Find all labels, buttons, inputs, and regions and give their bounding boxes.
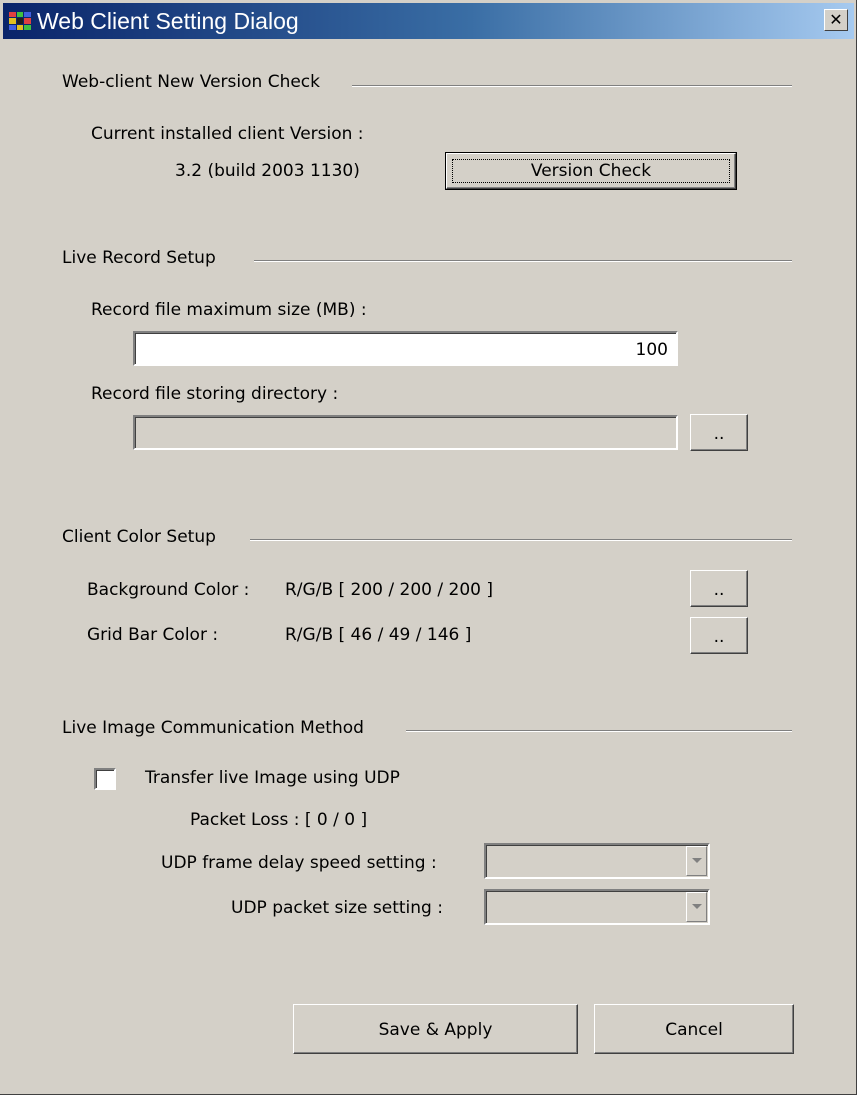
record-group-title: Live Record Setup [62, 248, 216, 268]
color-group-title: Client Color Setup [62, 527, 216, 547]
udp-frame-delay-label: UDP frame delay speed setting : [161, 853, 437, 873]
save-apply-button-label: Save & Apply [378, 1020, 493, 1040]
current-version-label: Current installed client Version : [91, 124, 364, 144]
browse-directory-button-label: .. [713, 424, 725, 444]
comm-group-title: Live Image Communication Method [62, 718, 364, 738]
max-size-label: Record file maximum size (MB) : [91, 300, 367, 320]
title-bar[interactable]: Web Client Setting Dialog ✕ [3, 3, 854, 39]
udp-packet-size-label: UDP packet size setting : [231, 898, 443, 918]
record-group-divider [254, 260, 792, 262]
comm-group-divider [406, 730, 792, 732]
version-check-group-divider [352, 85, 792, 87]
window-title: Web Client Setting Dialog [37, 8, 299, 34]
focus-rectangle [452, 159, 730, 183]
udp-transfer-label[interactable]: Transfer live Image using UDP [145, 768, 400, 788]
udp-transfer-checkbox[interactable] [94, 768, 116, 790]
grid-bar-color-label: Grid Bar Color : [87, 625, 219, 645]
udp-frame-delay-dropdown[interactable] [484, 843, 710, 879]
browse-directory-button[interactable]: .. [690, 414, 748, 451]
app-icon [9, 12, 31, 30]
web-client-setting-dialog: Web Client Setting Dialog ✕ Web-client N… [0, 0, 857, 1095]
max-size-input[interactable]: 100 [133, 331, 678, 366]
grid-bar-color-picker-label: .. [713, 627, 725, 647]
directory-input [133, 415, 678, 450]
close-button[interactable]: ✕ [824, 9, 848, 31]
chevron-down-icon[interactable] [686, 892, 707, 922]
version-check-group-title: Web-client New Version Check [62, 72, 320, 92]
close-icon: ✕ [829, 10, 843, 29]
save-apply-button[interactable]: Save & Apply [293, 1004, 578, 1054]
packet-loss-text: Packet Loss : [ 0 / 0 ] [190, 810, 368, 830]
color-group-divider [250, 539, 792, 541]
udp-packet-size-dropdown[interactable] [484, 889, 710, 925]
background-color-value: R/G/B [ 200 / 200 / 200 ] [285, 580, 493, 600]
grid-bar-color-value: R/G/B [ 46 / 49 / 146 ] [285, 625, 472, 645]
chevron-down-icon[interactable] [686, 846, 707, 876]
background-color-picker-button[interactable]: .. [690, 570, 748, 607]
cancel-button-label: Cancel [665, 1020, 723, 1040]
max-size-value: 100 [635, 340, 668, 360]
cancel-button[interactable]: Cancel [594, 1004, 794, 1054]
directory-label: Record file storing directory : [91, 384, 339, 404]
grid-bar-color-picker-button[interactable]: .. [690, 617, 748, 654]
background-color-label: Background Color : [87, 580, 250, 600]
current-version-value: 3.2 (build 2003 1130) [175, 161, 360, 181]
background-color-picker-label: .. [713, 580, 725, 600]
version-check-button[interactable]: Version Check [445, 152, 737, 190]
